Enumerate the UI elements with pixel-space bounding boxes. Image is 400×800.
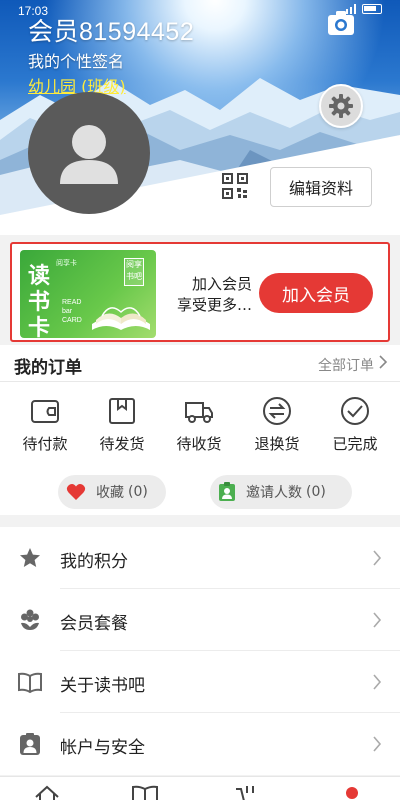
personal-signature[interactable]: 我的个性签名 bbox=[28, 48, 124, 72]
menu-item-about[interactable]: 关于读书吧 bbox=[0, 651, 400, 713]
order-label: 已完成 bbox=[332, 435, 378, 453]
invites-count: (0) bbox=[306, 484, 326, 500]
avatar[interactable] bbox=[28, 92, 150, 214]
order-completed[interactable]: 已完成 bbox=[317, 395, 393, 454]
chevron-right-icon bbox=[373, 550, 382, 566]
bottom-tab-bar bbox=[0, 776, 400, 800]
order-label: 待付款 bbox=[22, 435, 68, 453]
truck-icon bbox=[185, 402, 213, 423]
cart-icon[interactable] bbox=[233, 783, 263, 800]
invites-label: 邀请人数 bbox=[246, 485, 302, 501]
box-icon bbox=[109, 398, 135, 424]
card-title: 读书卡 bbox=[28, 264, 51, 338]
favorites-count: (0) bbox=[128, 484, 148, 500]
favorites-button[interactable]: 收藏 (0) bbox=[58, 475, 166, 509]
member-id: 会员81594452 bbox=[28, 18, 195, 46]
orders-section: 我的订单 全部订单 待付款 待发货 待收货 退换货 已完成 收藏 (0) 邀请人… bbox=[0, 345, 400, 515]
card-english-text: READ bar CARD bbox=[62, 299, 82, 324]
home-icon[interactable] bbox=[33, 783, 61, 800]
wallet-icon bbox=[31, 400, 59, 423]
check-circle-icon bbox=[341, 397, 369, 425]
order-pending-payment[interactable]: 待付款 bbox=[7, 395, 83, 454]
profile-header: 17:03 会员81594452 我的个性签名 幼儿园 (班级) 编辑资料 bbox=[0, 0, 400, 235]
chevron-right-icon[interactable] bbox=[378, 354, 388, 370]
exchange-icon bbox=[263, 397, 291, 425]
orders-title: 我的订单 bbox=[14, 358, 82, 378]
invites-button[interactable]: 邀请人数 (0) bbox=[210, 475, 352, 509]
account-lock-icon bbox=[20, 733, 40, 755]
battery-icon bbox=[362, 4, 382, 14]
book-icon bbox=[18, 672, 42, 694]
membership-promo-text: 加入会员 享受更多… bbox=[177, 274, 252, 316]
order-label: 待发货 bbox=[99, 435, 145, 453]
menu-item-label: 关于读书吧 bbox=[60, 676, 145, 696]
menu-list: 我的积分 会员套餐 关于读书吧 帐户与安全 bbox=[0, 527, 400, 775]
open-book-icon bbox=[92, 307, 150, 330]
favorites-label: 收藏 bbox=[96, 485, 124, 501]
menu-item-points[interactable]: 我的积分 bbox=[0, 527, 400, 589]
chevron-right-icon bbox=[373, 736, 382, 752]
star-icon bbox=[20, 548, 40, 567]
menu-item-label: 帐户与安全 bbox=[60, 738, 145, 758]
invite-badge-icon bbox=[219, 482, 235, 501]
menu-item-label: 会员套餐 bbox=[60, 614, 128, 634]
menu-item-membership-plans[interactable]: 会员套餐 bbox=[0, 589, 400, 651]
bookshelf-icon[interactable] bbox=[130, 783, 160, 800]
order-to-receive[interactable]: 待收货 bbox=[161, 395, 237, 454]
profile-tab-icon[interactable] bbox=[340, 783, 364, 800]
camera-icon bbox=[328, 11, 354, 35]
settings-button[interactable] bbox=[319, 84, 363, 128]
qr-code-icon bbox=[222, 173, 248, 199]
camera-button[interactable] bbox=[326, 8, 356, 38]
chevron-right-icon bbox=[373, 674, 382, 690]
qr-code-button[interactable] bbox=[221, 172, 249, 200]
menu-item-account-security[interactable]: 帐户与安全 bbox=[0, 713, 400, 775]
promo-line-2: 享受更多… bbox=[177, 296, 253, 314]
membership-banner[interactable]: 阅享卡 读书卡 READ bar CARD 阅享书吧 加入会员 享受更多… 加入会员 bbox=[10, 242, 390, 342]
chevron-right-icon bbox=[373, 612, 382, 628]
order-to-ship[interactable]: 待发货 bbox=[84, 395, 160, 454]
join-membership-button[interactable]: 加入会员 bbox=[259, 273, 373, 313]
order-label: 待收货 bbox=[176, 435, 222, 453]
all-orders-link[interactable]: 全部订单 bbox=[318, 355, 374, 375]
user-silhouette-icon bbox=[60, 125, 118, 184]
card-tag: 阅享卡 bbox=[56, 259, 77, 267]
heart-icon bbox=[66, 484, 86, 500]
order-label: 退换货 bbox=[254, 435, 300, 453]
flower-icon bbox=[21, 609, 39, 630]
read-card-image: 阅享卡 读书卡 READ bar CARD 阅享书吧 bbox=[20, 250, 156, 338]
promo-line-1: 加入会员 bbox=[192, 275, 253, 293]
card-stamp: 阅享书吧 bbox=[124, 258, 144, 286]
divider bbox=[0, 381, 400, 382]
order-returns[interactable]: 退换货 bbox=[239, 395, 315, 454]
gear-icon bbox=[329, 94, 353, 118]
edit-profile-button[interactable]: 编辑资料 bbox=[270, 167, 372, 207]
menu-item-label: 我的积分 bbox=[60, 552, 128, 572]
